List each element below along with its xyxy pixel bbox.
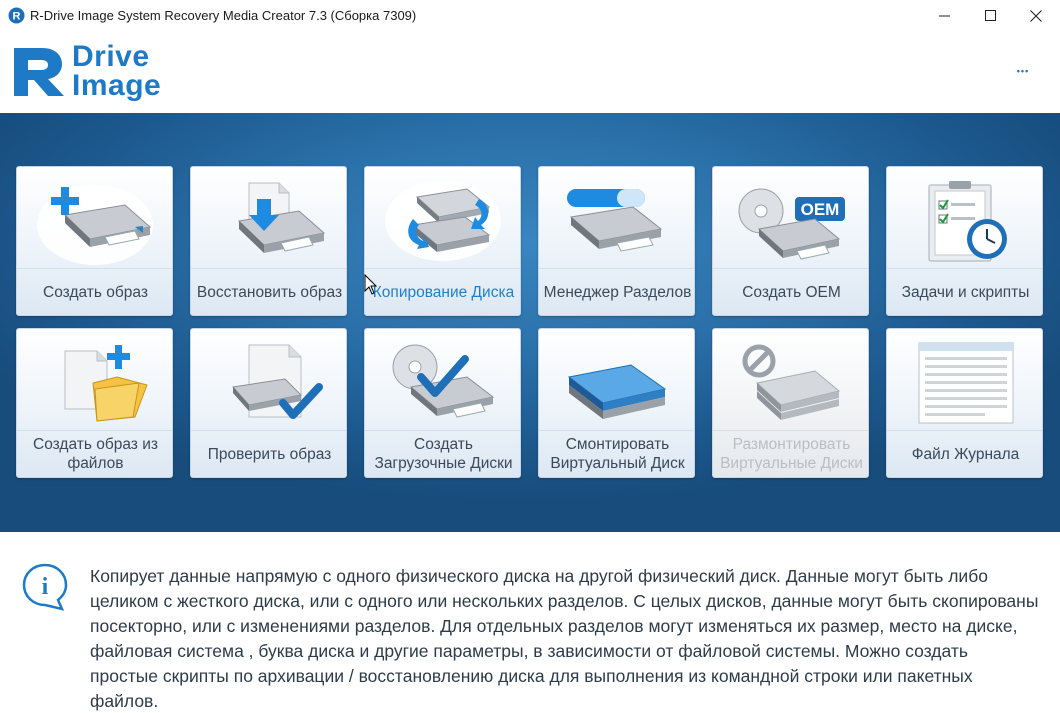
tile-check-image[interactable]: Проверить образ [190,328,347,478]
tile-label: Копирование Диска [372,284,515,301]
info-icon: i [22,563,68,611]
unmount-virtual-disks-icon [742,344,841,420]
app-icon: R [8,7,25,24]
maximize-button[interactable] [967,0,1013,31]
tile-divider [365,430,520,431]
app-icon-letter: R [13,11,21,23]
tile-log-file[interactable]: Файл Журнала [886,328,1043,478]
tile-restore-image[interactable]: Восстановить образ [190,166,347,316]
tile-create-image[interactable]: Создать образ [16,166,173,316]
tile-divider [539,268,694,269]
tile-divider [191,430,346,431]
tile-divider [17,268,172,269]
tile-label: Создать Загрузочные Диски [365,435,520,473]
close-icon [1030,9,1042,22]
more-icon: ••• [1016,66,1030,76]
tile-copy-disk[interactable]: Копирование Диска [364,166,521,316]
description-panel: i Копирует данные напрямую с одного физи… [0,532,1060,713]
mount-virtual-disk-icon [567,364,667,419]
log-file-icon [918,342,1014,424]
tile-mount-virtual-disk[interactable]: Смонтировать Виртуальный Диск [538,328,695,478]
tile-create-image-from-files[interactable]: Создать образ из файлов [16,328,173,478]
tile-tasks-scripts[interactable]: Задачи и скрипты [886,166,1043,316]
minimize-button[interactable] [921,0,967,31]
tile-divider [365,268,520,269]
tile-label-line: Виртуальные Диски [720,455,863,472]
tasks-scripts-icon [928,181,1007,262]
oem-badge: OEM [801,200,840,219]
tile-create-boot-disks[interactable]: Создать Загрузочные Диски [364,328,521,478]
logo-r-icon [14,48,64,96]
tile-label-line: Создать образ из [33,436,158,453]
window-title: R-Drive Image System Recovery Media Crea… [30,8,417,23]
tile-label: Файл Журнала [911,446,1020,463]
minimize-icon [938,15,950,17]
maximize-icon [984,10,996,21]
info-icon-glyph: i [42,574,49,600]
tile-label: Создать образ из файлов [17,435,172,473]
tile-divider [887,430,1042,431]
create-image-icon [37,185,153,265]
create-image-from-files-icon [64,345,148,422]
create-boot-disks-icon [392,344,495,418]
copy-disk-icon [385,181,501,261]
tile-label: Создать OEM [742,284,841,301]
description-text: Копирует данные напрямую с одного физиче… [90,566,1039,711]
tile-divider [17,430,172,431]
restore-image-icon [237,182,326,253]
tile-label-line: Виртуальный Диск [550,455,685,472]
check-image-icon [232,344,323,419]
rdrive-logo: Drive Image [10,42,170,102]
tile-label: Создать образ [43,284,148,301]
tile-label-line: Загрузочные Диски [374,455,513,472]
tile-label: Смонтировать Виртуальный Диск [539,435,694,473]
more-options-button[interactable]: ••• [1010,61,1036,81]
tile-divider [887,268,1042,269]
tile-label-line: Размонтировать [732,436,851,453]
logo-text-drive: Drive [72,40,150,73]
title-bar: R R-Drive Image System Recovery Media Cr… [0,0,1060,31]
create-oem-icon: OEM [738,188,845,260]
tile-label: Размонтировать Виртуальные Диски [713,435,868,473]
tile-panel: Создать образ Восстановить образ Копиров… [0,113,1060,532]
mouse-cursor-icon [364,274,378,295]
tile-label-line: Создать [414,436,473,453]
tile-label: Задачи и скрипты [901,284,1030,301]
tile-divider [713,430,868,431]
tile-divider [539,430,694,431]
close-button[interactable] [1013,0,1059,31]
tile-label-line: Смонтировать [565,436,670,453]
tile-partition-manager[interactable]: Менеджер Разделов [538,166,695,316]
tile-label: Менеджер Разделов [543,284,692,301]
tile-divider [191,268,346,269]
partition-manager-icon [567,189,663,252]
tile-label: Восстановить образ [196,284,343,301]
logo-text-image: Image [72,69,162,102]
tile-label-line: файлов [67,455,124,472]
tile-create-oem[interactable]: OEM Создать OEM [712,166,869,316]
app-header: Drive Image ••• [0,31,1060,113]
tile-unmount-virtual-disks: Размонтировать Виртуальные Диски [712,328,869,478]
tile-label: Проверить образ [207,446,332,463]
tile-divider [713,268,868,269]
